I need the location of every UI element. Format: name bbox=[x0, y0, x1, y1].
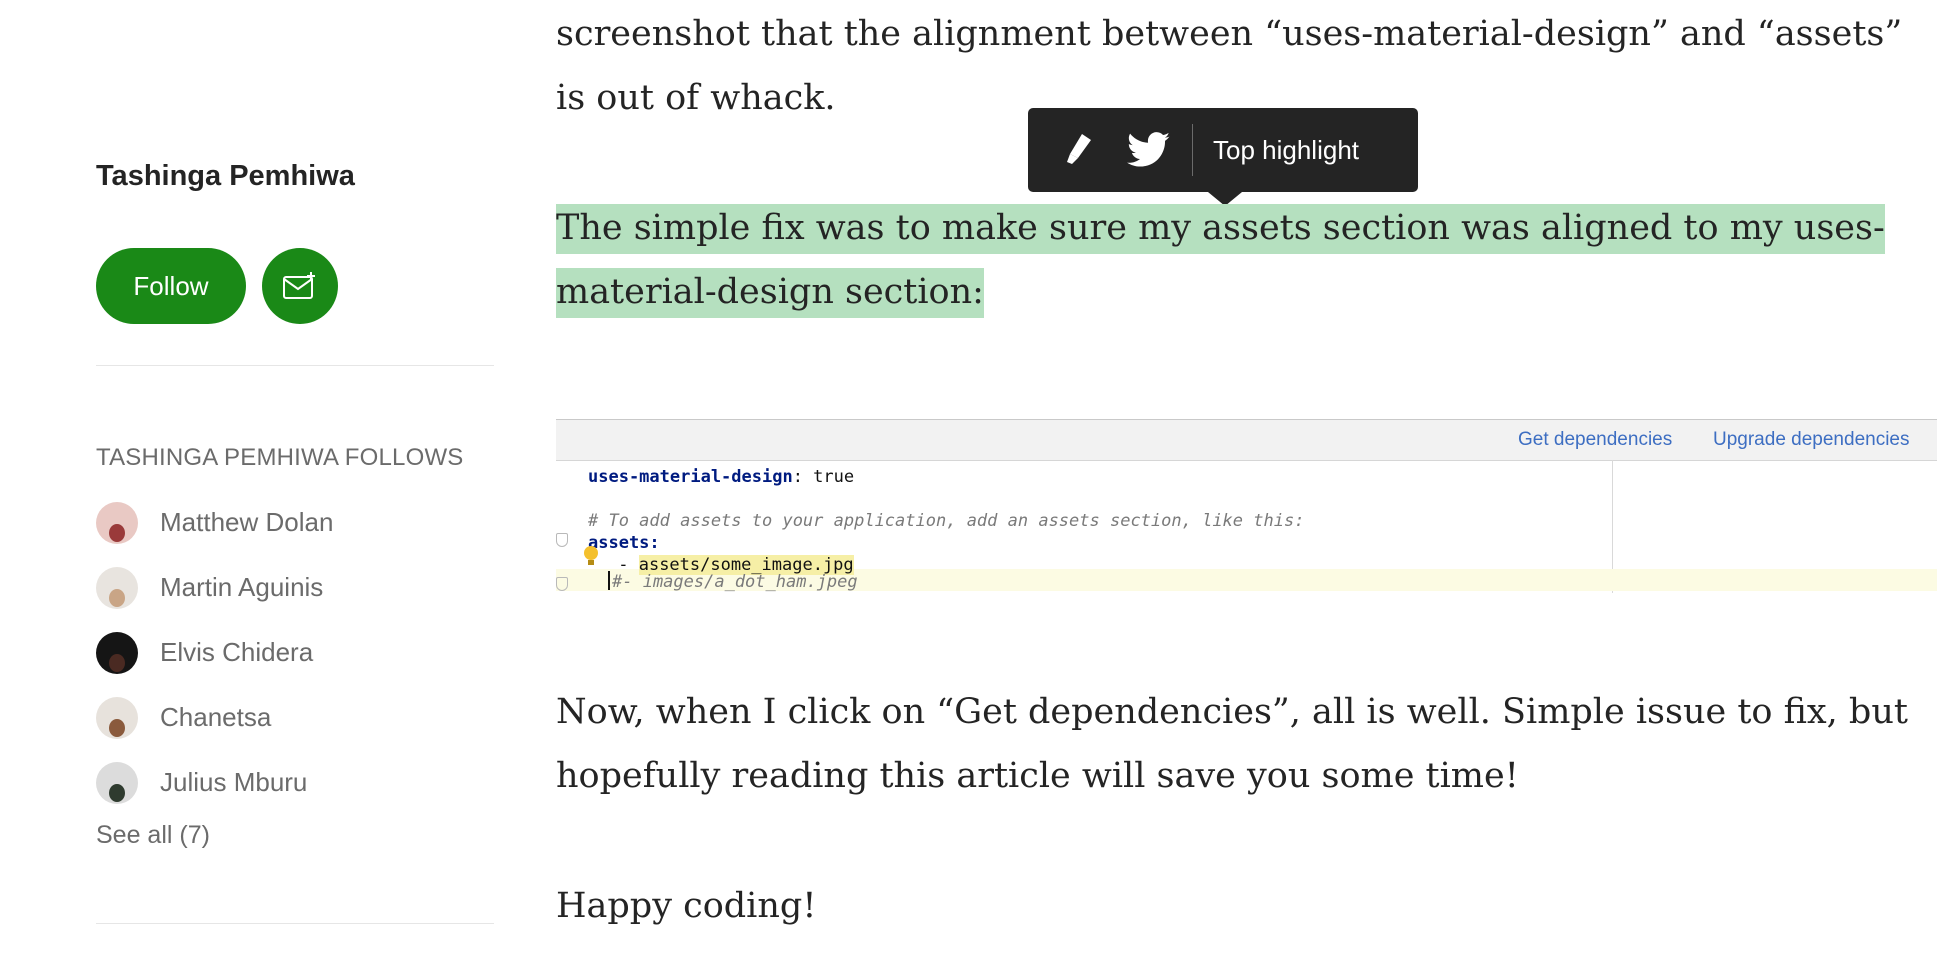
article-paragraph: Happy coding! bbox=[556, 886, 817, 926]
follow-item-chanetsa[interactable]: Chanetsa bbox=[96, 685, 333, 750]
highlight-toolbar: Top highlight bbox=[1028, 108, 1418, 206]
ide-screenshot: Get dependencies Upgrade dependencies us… bbox=[556, 419, 1937, 593]
article-paragraph: Now, when I click on “Get dependencies”,… bbox=[556, 692, 1908, 796]
toolbar-separator bbox=[1192, 124, 1193, 176]
highlighter-icon[interactable] bbox=[1056, 127, 1102, 173]
fold-marker-icon bbox=[556, 533, 568, 547]
follows-heading: TASHINGA PEMHIWA FOLLOWS bbox=[96, 444, 464, 471]
subscribe-email-button[interactable] bbox=[262, 248, 338, 324]
mail-plus-icon bbox=[283, 272, 315, 299]
follow-item-matthew-dolan[interactable]: Matthew Dolan bbox=[96, 490, 333, 555]
lightbulb-icon bbox=[584, 546, 598, 565]
highlighted-text[interactable]: The simple fix was to make sure my asset… bbox=[556, 204, 1885, 318]
sidebar-divider bbox=[96, 365, 494, 366]
code-line: # To add assets to your application, add… bbox=[588, 511, 1305, 531]
fold-marker-icon bbox=[556, 577, 568, 591]
code-line: assets: bbox=[588, 533, 660, 553]
follow-item-label: Martin Aguinis bbox=[160, 572, 324, 602]
follows-list: Matthew Dolan Martin Aguinis Elvis Chide… bbox=[96, 490, 333, 815]
follow-item-martin-aguinis[interactable]: Martin Aguinis bbox=[96, 555, 333, 620]
sidebar-divider bbox=[96, 923, 494, 924]
follow-button[interactable]: Follow bbox=[96, 248, 246, 324]
follow-item-label: Elvis Chidera bbox=[160, 637, 314, 667]
code-line: uses-material-design: true bbox=[588, 467, 855, 487]
twitter-icon[interactable] bbox=[1126, 127, 1172, 173]
get-dependencies-link: Get dependencies bbox=[1518, 429, 1673, 450]
follow-item-julius-mburu[interactable]: Julius Mburu bbox=[96, 750, 333, 815]
follow-item-label: Chanetsa bbox=[160, 702, 272, 732]
see-all-link[interactable]: See all (7) bbox=[96, 821, 210, 850]
follow-item-label: Julius Mburu bbox=[160, 767, 308, 797]
ide-toolbar: Get dependencies Upgrade dependencies bbox=[556, 419, 1937, 461]
avatar bbox=[96, 696, 138, 739]
text-caret bbox=[608, 571, 610, 590]
code-line: #- images/a_dot_ham.jpeg bbox=[612, 572, 858, 592]
follow-item-elvis-chidera[interactable]: Elvis Chidera bbox=[96, 620, 333, 685]
avatar bbox=[96, 501, 138, 544]
top-highlight-label: Top highlight bbox=[1213, 134, 1359, 165]
upgrade-dependencies-link: Upgrade dependencies bbox=[1713, 429, 1910, 450]
avatar bbox=[96, 566, 138, 609]
author-name[interactable]: Tashinga Pemhiwa bbox=[96, 160, 355, 193]
highlighted-paragraph[interactable]: The simple fix was to make sure my asset… bbox=[556, 196, 1937, 324]
avatar bbox=[96, 761, 138, 804]
follow-item-label: Matthew Dolan bbox=[160, 507, 334, 537]
avatar bbox=[96, 631, 138, 674]
